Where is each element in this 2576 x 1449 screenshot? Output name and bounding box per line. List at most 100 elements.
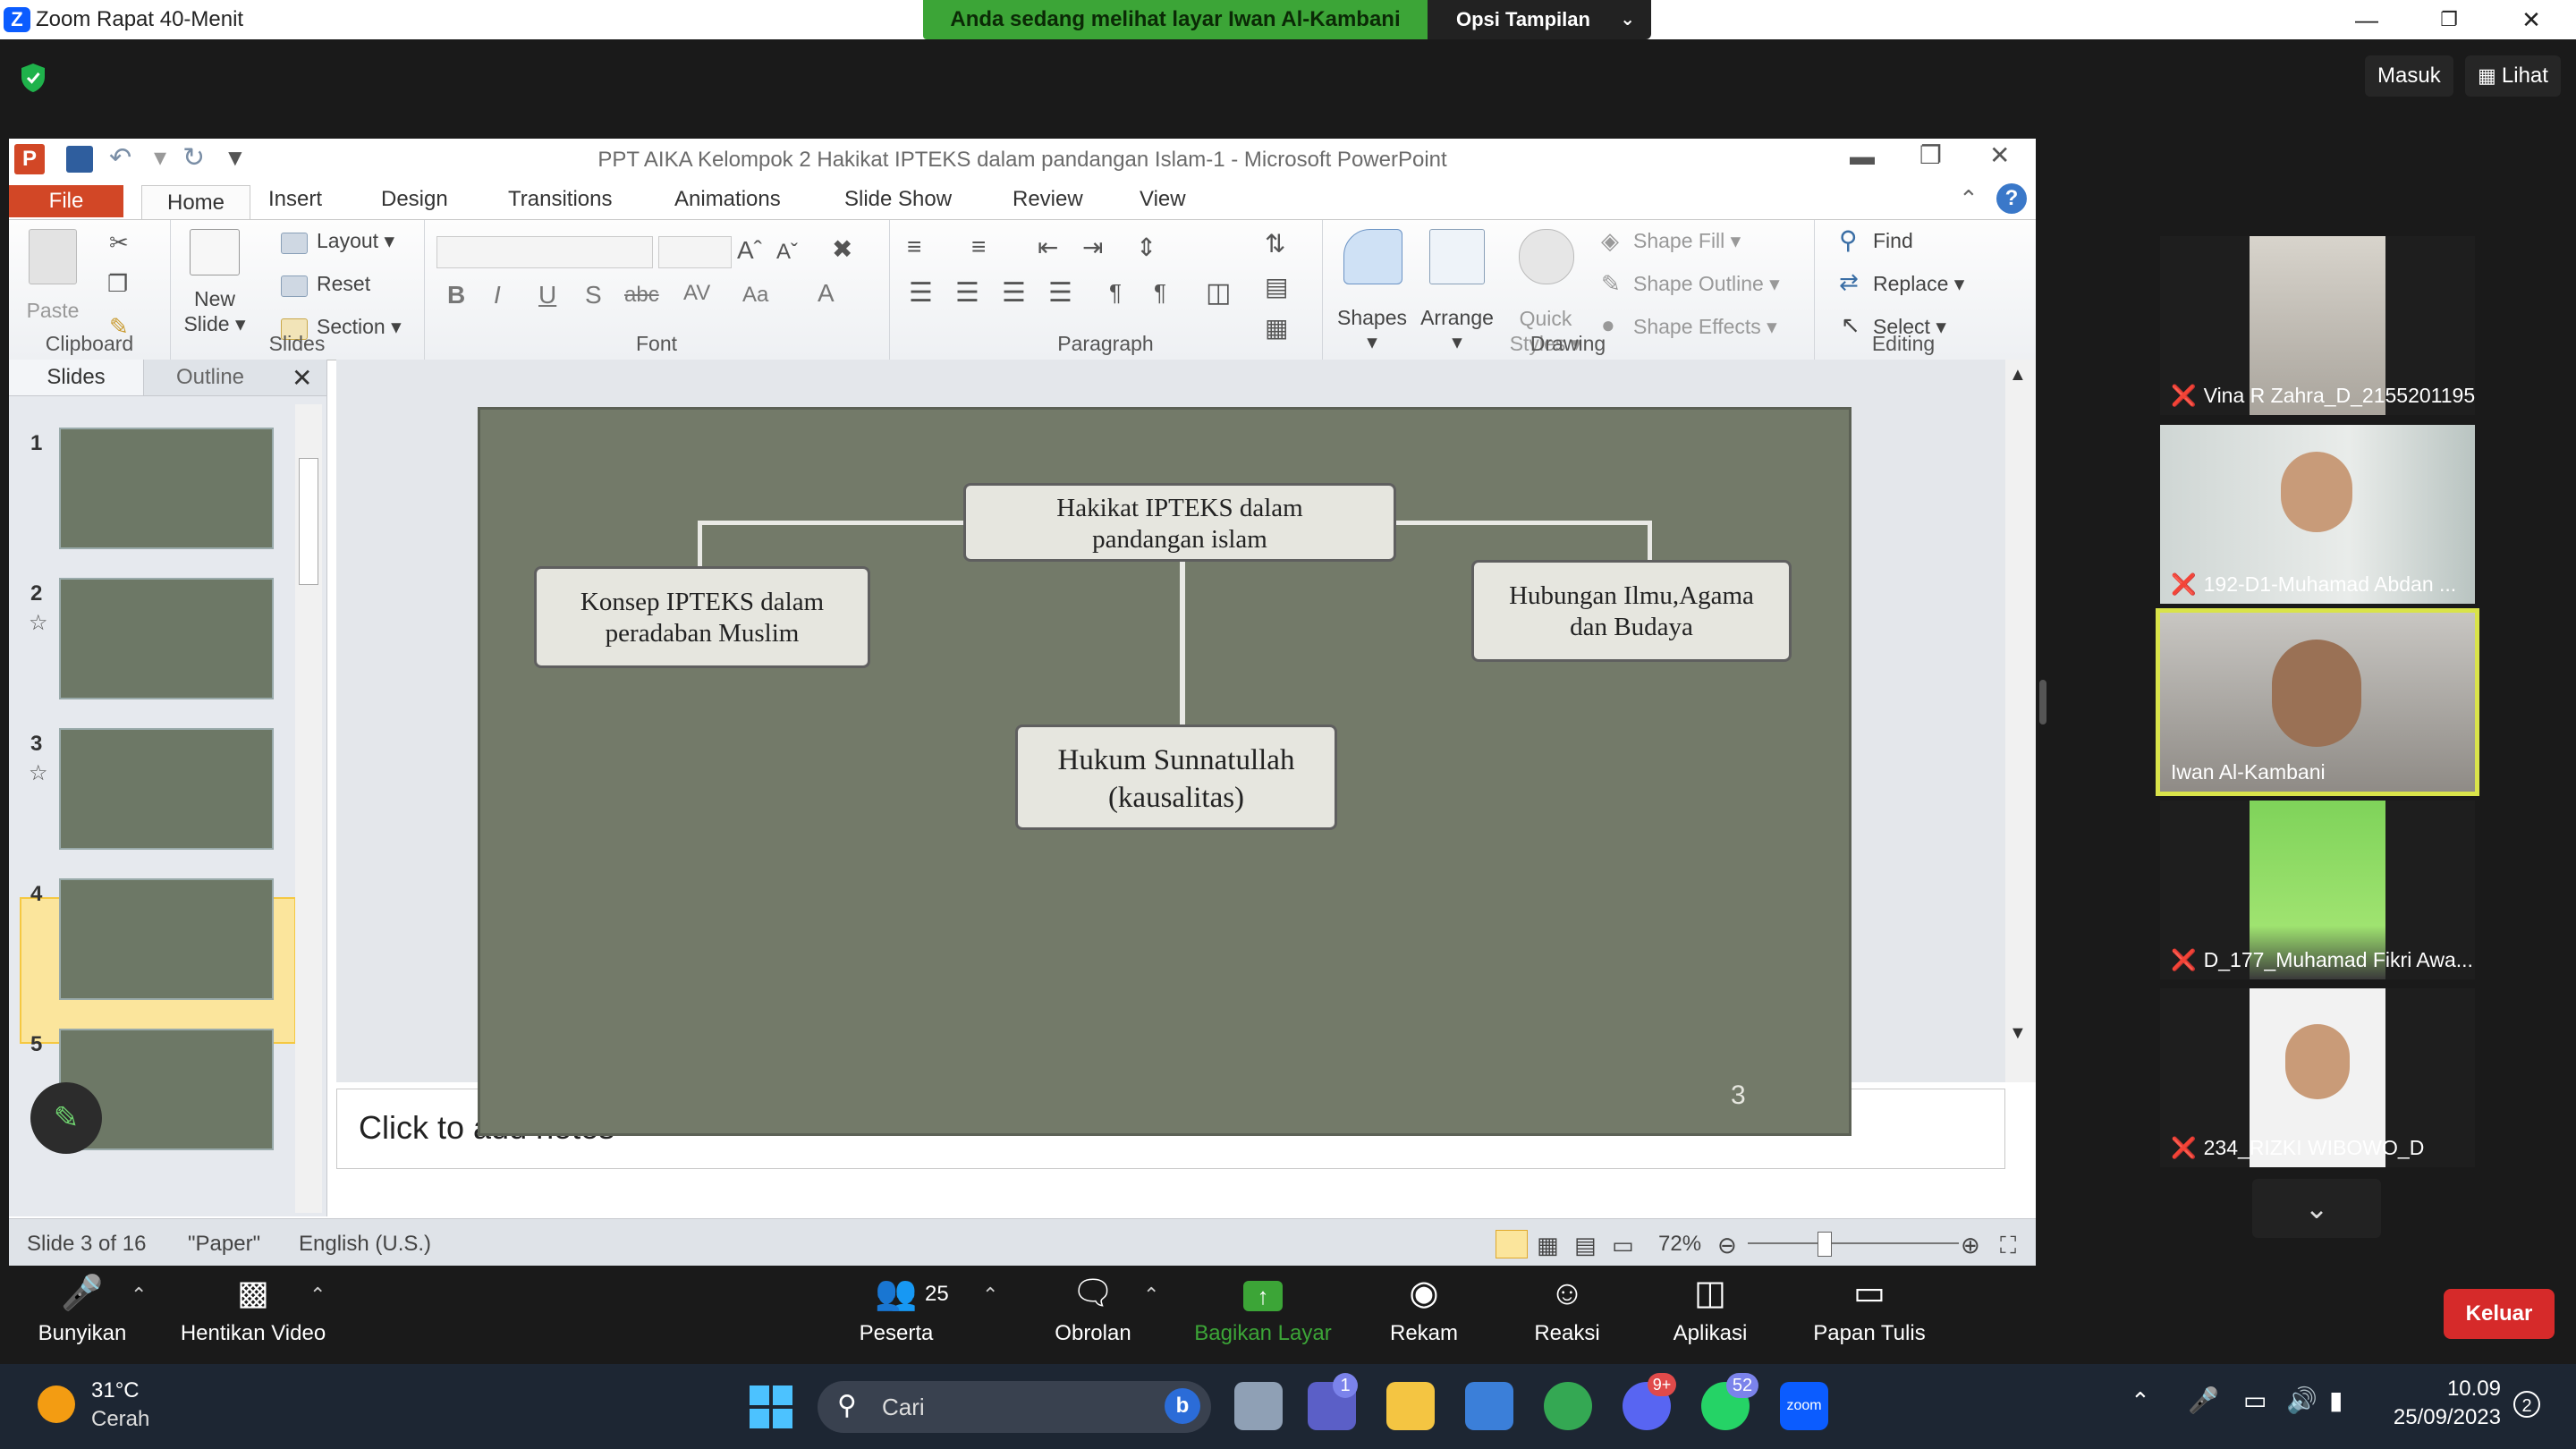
justify-icon[interactable]: ☰	[1048, 277, 1072, 309]
shapes-icon[interactable]	[1343, 229, 1402, 284]
participant-tile-active[interactable]: Iwan Al-Kambani	[2156, 608, 2479, 796]
stop-video-button[interactable]: ▩ Hentikan Video	[170, 1266, 336, 1364]
chrome-icon[interactable]	[1544, 1382, 1592, 1430]
arrange-icon[interactable]	[1429, 229, 1485, 284]
panel-divider-handle[interactable]	[2039, 680, 2046, 724]
close-pane-icon[interactable]: ✕	[292, 363, 312, 393]
weather-condition[interactable]: Cerah	[91, 1407, 149, 1432]
slide-thumbnail-2[interactable]	[59, 578, 274, 699]
replace-button[interactable]: Replace ▾	[1873, 272, 1964, 296]
windows-start-icon[interactable]	[750, 1385, 792, 1428]
normal-view-icon[interactable]	[1496, 1230, 1528, 1258]
network-icon[interactable]: ▭	[2243, 1385, 2267, 1415]
align-text-icon[interactable]: ▤	[1265, 272, 1288, 301]
increase-indent-icon[interactable]: ⇥	[1082, 233, 1103, 262]
participants-chevron-icon[interactable]: ⌃	[982, 1284, 998, 1307]
tab-slide-show[interactable]: Slide Show	[844, 187, 952, 212]
audio-options-chevron-icon[interactable]: ⌃	[131, 1284, 147, 1307]
reactions-button[interactable]: ☺ Reaksi	[1521, 1266, 1614, 1364]
ppt-close-button[interactable]: ✕	[1989, 140, 2010, 170]
align-center-icon[interactable]: ☰	[955, 277, 979, 309]
zoom-in-icon[interactable]: ⊕	[1961, 1232, 1980, 1259]
chat-chevron-icon[interactable]: ⌃	[1143, 1284, 1159, 1307]
quick-styles-icon[interactable]	[1519, 229, 1574, 284]
shape-fill-button[interactable]: Shape Fill ▾	[1633, 229, 1741, 253]
paste-icon[interactable]	[29, 229, 77, 284]
font-size-select[interactable]	[658, 236, 732, 268]
shape-outline-button[interactable]: Shape Outline ▾	[1633, 272, 1780, 296]
reading-view-icon[interactable]: ▤	[1574, 1232, 1597, 1259]
task-view-icon[interactable]	[1234, 1382, 1283, 1430]
scroll-up-icon[interactable]: ▲	[2009, 365, 2027, 386]
shrink-font-icon[interactable]: Aˇ	[776, 240, 798, 265]
italic-icon[interactable]: I	[494, 281, 501, 309]
slide-right-box[interactable]: Hubungan Ilmu,Agama dan Budaya	[1471, 560, 1792, 662]
change-case-icon[interactable]: Aa	[742, 283, 768, 308]
video-options-chevron-icon[interactable]: ⌃	[309, 1284, 326, 1307]
clock-date[interactable]: 25/09/2023	[2388, 1405, 2501, 1430]
share-screen-button[interactable]: ↑ Bagikan Layar	[1190, 1266, 1336, 1364]
font-color-icon[interactable]: A	[818, 279, 835, 308]
slide-thumbnail-3[interactable]	[59, 728, 274, 850]
taskbar-search[interactable]: ⚲ Cari b	[818, 1381, 1211, 1433]
text-direction-icon[interactable]: ⇅	[1265, 229, 1285, 258]
slide-canvas[interactable]: Hakikat IPTEKS dalam pandangan islam Kons…	[478, 407, 1852, 1136]
scroll-down-icon[interactable]: ▼	[2009, 1023, 2027, 1044]
apps-button[interactable]: ◫ Aplikasi	[1664, 1266, 1757, 1364]
ppt-minimize-button[interactable]: ▬	[1850, 142, 1875, 171]
zoom-level[interactable]: 72%	[1658, 1232, 1701, 1257]
outline-tab[interactable]: Outline	[152, 360, 268, 395]
ppt-restore-button[interactable]: ❐	[1919, 140, 1942, 170]
annotate-pencil-icon[interactable]: ✎	[30, 1082, 102, 1154]
new-slide-icon[interactable]	[190, 229, 240, 275]
zoom-slider-thumb[interactable]	[1818, 1232, 1832, 1257]
slide-left-box[interactable]: Konsep IPTEKS dalam peradaban Muslim	[534, 566, 870, 668]
ltr-icon[interactable]: ¶	[1109, 279, 1122, 307]
clear-formatting-icon[interactable]: ✖	[832, 234, 852, 264]
tab-file[interactable]: File	[9, 185, 123, 217]
slides-pane-scrollbar[interactable]	[295, 404, 322, 1213]
slide-thumbnail-4[interactable]	[59, 878, 274, 1000]
fit-slide-icon[interactable]: ⛶	[2000, 1232, 2016, 1260]
scroll-thumb[interactable]	[299, 458, 318, 585]
tab-design[interactable]: Design	[381, 187, 448, 212]
unmute-button[interactable]: 🎤 Bunyikan	[27, 1266, 138, 1364]
grow-font-icon[interactable]: Aˆ	[737, 236, 762, 265]
participant-tile[interactable]: ❌ D_177_Muhamad Fikri Awa...	[2160, 801, 2475, 979]
bullets-icon[interactable]: ≡	[907, 233, 921, 261]
slides-tab[interactable]: Slides	[9, 360, 144, 395]
enter-button[interactable]: Masuk	[2365, 55, 2453, 97]
align-left-icon[interactable]: ☰	[909, 277, 933, 309]
participant-tile[interactable]: ❌ 192-D1-Muhamad Abdan ...	[2160, 425, 2475, 604]
font-family-select[interactable]	[436, 236, 653, 268]
temperature[interactable]: 31°C	[91, 1378, 140, 1403]
security-shield-icon[interactable]	[20, 63, 47, 93]
clock-time[interactable]: 10.09	[2388, 1377, 2501, 1402]
language[interactable]: English (U.S.)	[299, 1232, 431, 1257]
tab-insert[interactable]: Insert	[268, 187, 322, 212]
microphone-icon[interactable]: 🎤	[2188, 1385, 2219, 1415]
layout-button[interactable]: Layout ▾	[317, 229, 394, 253]
shadow-icon[interactable]: S	[585, 281, 602, 309]
slide-scrollbar[interactable]: ▲ ▼	[2005, 360, 2036, 1082]
record-button[interactable]: ◉ Rekam	[1377, 1266, 1470, 1364]
reset-button[interactable]: Reset	[317, 272, 370, 296]
numbering-icon[interactable]: ≡	[971, 233, 986, 261]
copy-icon[interactable]: ❐	[107, 270, 128, 298]
line-spacing-icon[interactable]: ⇕	[1136, 233, 1157, 262]
view-options-button[interactable]: Opsi Tampilan ⌄	[1428, 0, 1651, 39]
file-explorer-icon[interactable]	[1386, 1382, 1435, 1430]
restore-button[interactable]: ❐	[2422, 5, 2476, 34]
participants-button[interactable]: 👥 Peserta	[850, 1266, 943, 1364]
paste-button[interactable]: Paste	[20, 299, 86, 323]
tab-transitions[interactable]: Transitions	[508, 187, 612, 212]
leave-button[interactable]: Keluar	[2444, 1289, 2555, 1339]
strikethrough-icon[interactable]: abc	[624, 283, 659, 308]
new-slide-button[interactable]: New Slide ▾	[181, 286, 249, 336]
bing-icon[interactable]: b	[1165, 1388, 1200, 1424]
participant-tile[interactable]: ❌ 234_RIZKI WIBOWO_D	[2160, 988, 2475, 1167]
tab-view[interactable]: View	[1140, 187, 1186, 212]
minimize-button[interactable]: —	[2340, 5, 2394, 34]
zoom-out-icon[interactable]: ⊖	[1717, 1232, 1737, 1259]
cut-icon[interactable]: ✂	[109, 229, 129, 257]
